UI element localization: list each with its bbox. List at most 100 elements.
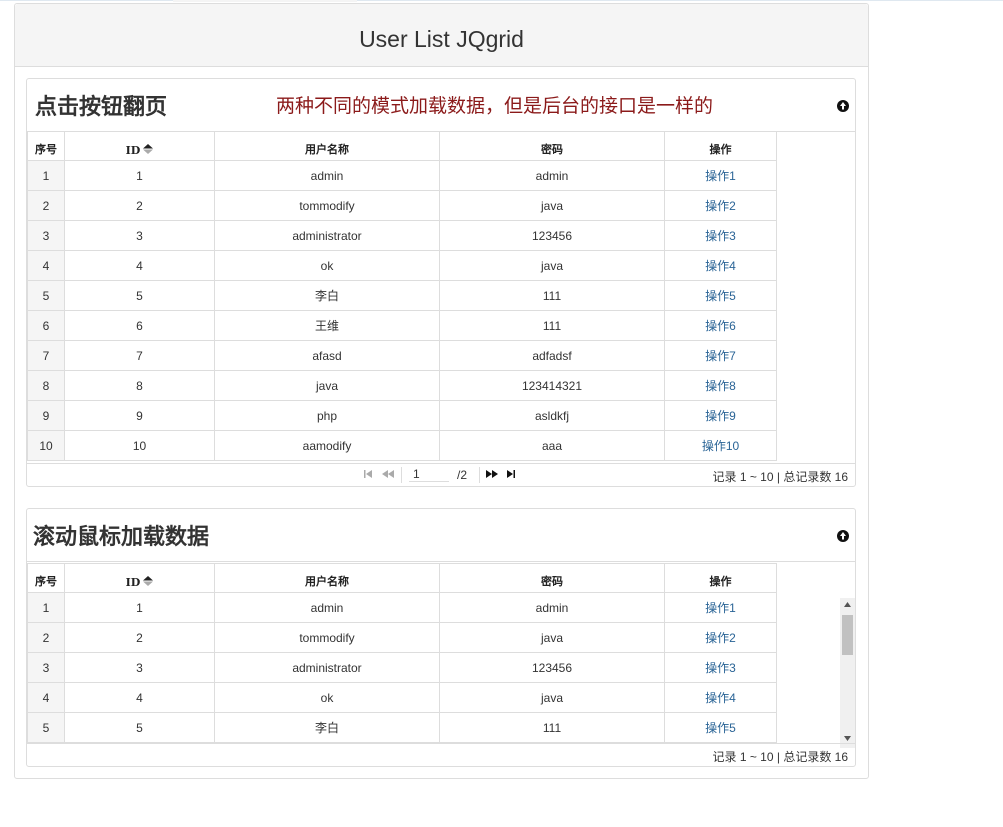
table-row[interactable]: 2 2 tommodify java 操作2 <box>27 622 777 653</box>
next-page-icon[interactable] <box>485 468 499 480</box>
action-link[interactable]: 操作4 <box>705 259 736 273</box>
table-row[interactable]: 8 8 java 123414321 操作8 <box>27 370 777 401</box>
col-header-label: ID <box>125 576 141 589</box>
col-header-label: 密码 <box>541 143 563 156</box>
table-row[interactable]: 3 3 administrator 123456 操作3 <box>27 220 777 251</box>
cell-id: 3 <box>64 652 215 683</box>
col-header-username[interactable]: 用户名称 <box>214 131 440 161</box>
action-link[interactable]: 操作4 <box>705 691 736 705</box>
table-row[interactable]: 4 4 ok java 操作4 <box>27 250 777 281</box>
action-link[interactable]: 操作8 <box>705 379 736 393</box>
action-link[interactable]: 操作6 <box>705 319 736 333</box>
page-number-input[interactable] <box>409 467 449 482</box>
prev-page-icon[interactable] <box>381 468 395 480</box>
sort-icon[interactable] <box>143 144 154 154</box>
row-number: 1 <box>27 592 65 623</box>
cell-password: 123414321 <box>439 370 665 401</box>
row-number: 4 <box>27 250 65 281</box>
col-header-label: 操作 <box>709 575 732 588</box>
col-header-label: 序号 <box>35 575 57 588</box>
col-header-id[interactable]: ID <box>64 563 215 593</box>
col-header-label: 用户名称 <box>305 575 349 588</box>
action-link[interactable]: 操作3 <box>705 229 736 243</box>
action-link[interactable]: 操作3 <box>705 661 736 675</box>
table-row[interactable]: 3 3 administrator 123456 操作3 <box>27 652 777 683</box>
cell-password: java <box>439 682 665 713</box>
row-number: 1 <box>27 160 65 191</box>
row-number: 9 <box>27 400 65 431</box>
circle-arrow-up-icon[interactable] <box>836 99 850 113</box>
grid-table: 序号 ID 用户名称 密码 操作 1 1 admin admin 操作1 2 2 <box>27 563 777 743</box>
table-row[interactable]: 1 1 admin admin 操作1 <box>27 592 777 623</box>
cell-action: 操作10 <box>664 430 777 461</box>
scroll-down-arrow-icon[interactable] <box>844 736 851 741</box>
cell-action: 操作1 <box>664 160 777 191</box>
table-row[interactable]: 5 5 李白 111 操作5 <box>27 280 777 311</box>
cell-password: java <box>439 622 665 653</box>
last-page-icon[interactable] <box>506 468 516 480</box>
cell-password: 111 <box>439 712 665 743</box>
col-header-label: 用户名称 <box>305 143 349 156</box>
action-link[interactable]: 操作1 <box>705 601 736 615</box>
row-number: 8 <box>27 370 65 401</box>
cell-username: aamodify <box>214 430 440 461</box>
action-link[interactable]: 操作5 <box>705 289 736 303</box>
sort-icon[interactable] <box>143 576 154 586</box>
scroll-grid: 滚动鼠标加载数据 序号 ID 用户名称 密码 操作 1 1 admin admi… <box>26 508 856 767</box>
col-header-rownum[interactable]: 序号 <box>27 131 65 161</box>
table-row[interactable]: 9 9 php asldkfj 操作9 <box>27 400 777 431</box>
cell-username: php <box>214 400 440 431</box>
table-row[interactable]: 5 5 李白 111 操作5 <box>27 712 777 743</box>
first-page-icon[interactable] <box>363 468 373 480</box>
table-row[interactable]: 1 1 admin admin 操作1 <box>27 160 777 191</box>
circle-arrow-up-icon[interactable] <box>836 529 850 543</box>
action-link[interactable]: 操作1 <box>705 169 736 183</box>
cell-username: 李白 <box>214 712 440 743</box>
scroll-up-arrow-icon[interactable] <box>844 602 851 607</box>
action-link[interactable]: 操作2 <box>705 199 736 213</box>
col-header-username[interactable]: 用户名称 <box>214 563 440 593</box>
cell-action: 操作8 <box>664 370 777 401</box>
cell-id: 4 <box>64 250 215 281</box>
vertical-scrollbar[interactable] <box>840 598 855 748</box>
col-header-id[interactable]: ID <box>64 131 215 161</box>
row-number: 5 <box>27 712 65 743</box>
action-link[interactable]: 操作7 <box>705 349 736 363</box>
cell-id: 5 <box>64 712 215 743</box>
table-row[interactable]: 2 2 tommodify java 操作2 <box>27 190 777 221</box>
grid-caption-title: 滚动鼠标加载数据 <box>33 524 210 550</box>
cell-username: java <box>214 370 440 401</box>
cell-username: 李白 <box>214 280 440 311</box>
action-link[interactable]: 操作10 <box>702 439 739 453</box>
action-link[interactable]: 操作5 <box>705 721 736 735</box>
cell-id: 10 <box>64 430 215 461</box>
cell-username: afasd <box>214 340 440 371</box>
col-header-rownum[interactable]: 序号 <box>27 563 65 593</box>
cell-action: 操作2 <box>664 622 777 653</box>
record-info: 记录 1 ~ 10 | 总记录数 16 <box>712 470 849 484</box>
row-number: 3 <box>27 652 65 683</box>
col-header-password[interactable]: 密码 <box>439 131 665 161</box>
table-row[interactable]: 10 10 aamodify aaa 操作10 <box>27 430 777 461</box>
cell-username: 王维 <box>214 310 440 341</box>
cell-password: admin <box>439 592 665 623</box>
cell-password: asldkfj <box>439 400 665 431</box>
col-header-password[interactable]: 密码 <box>439 563 665 593</box>
cell-username: administrator <box>214 652 440 683</box>
col-header-action[interactable]: 操作 <box>664 563 777 593</box>
action-link[interactable]: 操作9 <box>705 409 736 423</box>
col-header-action[interactable]: 操作 <box>664 131 777 161</box>
action-link[interactable]: 操作2 <box>705 631 736 645</box>
table-row[interactable]: 7 7 afasd adfadsf 操作7 <box>27 340 777 371</box>
row-number: 7 <box>27 340 65 371</box>
cell-password: admin <box>439 160 665 191</box>
col-header-label: 密码 <box>541 575 563 588</box>
scrollbar-thumb[interactable] <box>842 615 853 655</box>
cell-password: 111 <box>439 310 665 341</box>
table-row[interactable]: 6 6 王维 111 操作6 <box>27 310 777 341</box>
table-row[interactable]: 4 4 ok java 操作4 <box>27 682 777 713</box>
page-title: User List JQgrid <box>359 26 524 52</box>
row-number: 10 <box>27 430 65 461</box>
cell-action: 操作5 <box>664 280 777 311</box>
col-header-label: 序号 <box>35 143 57 156</box>
